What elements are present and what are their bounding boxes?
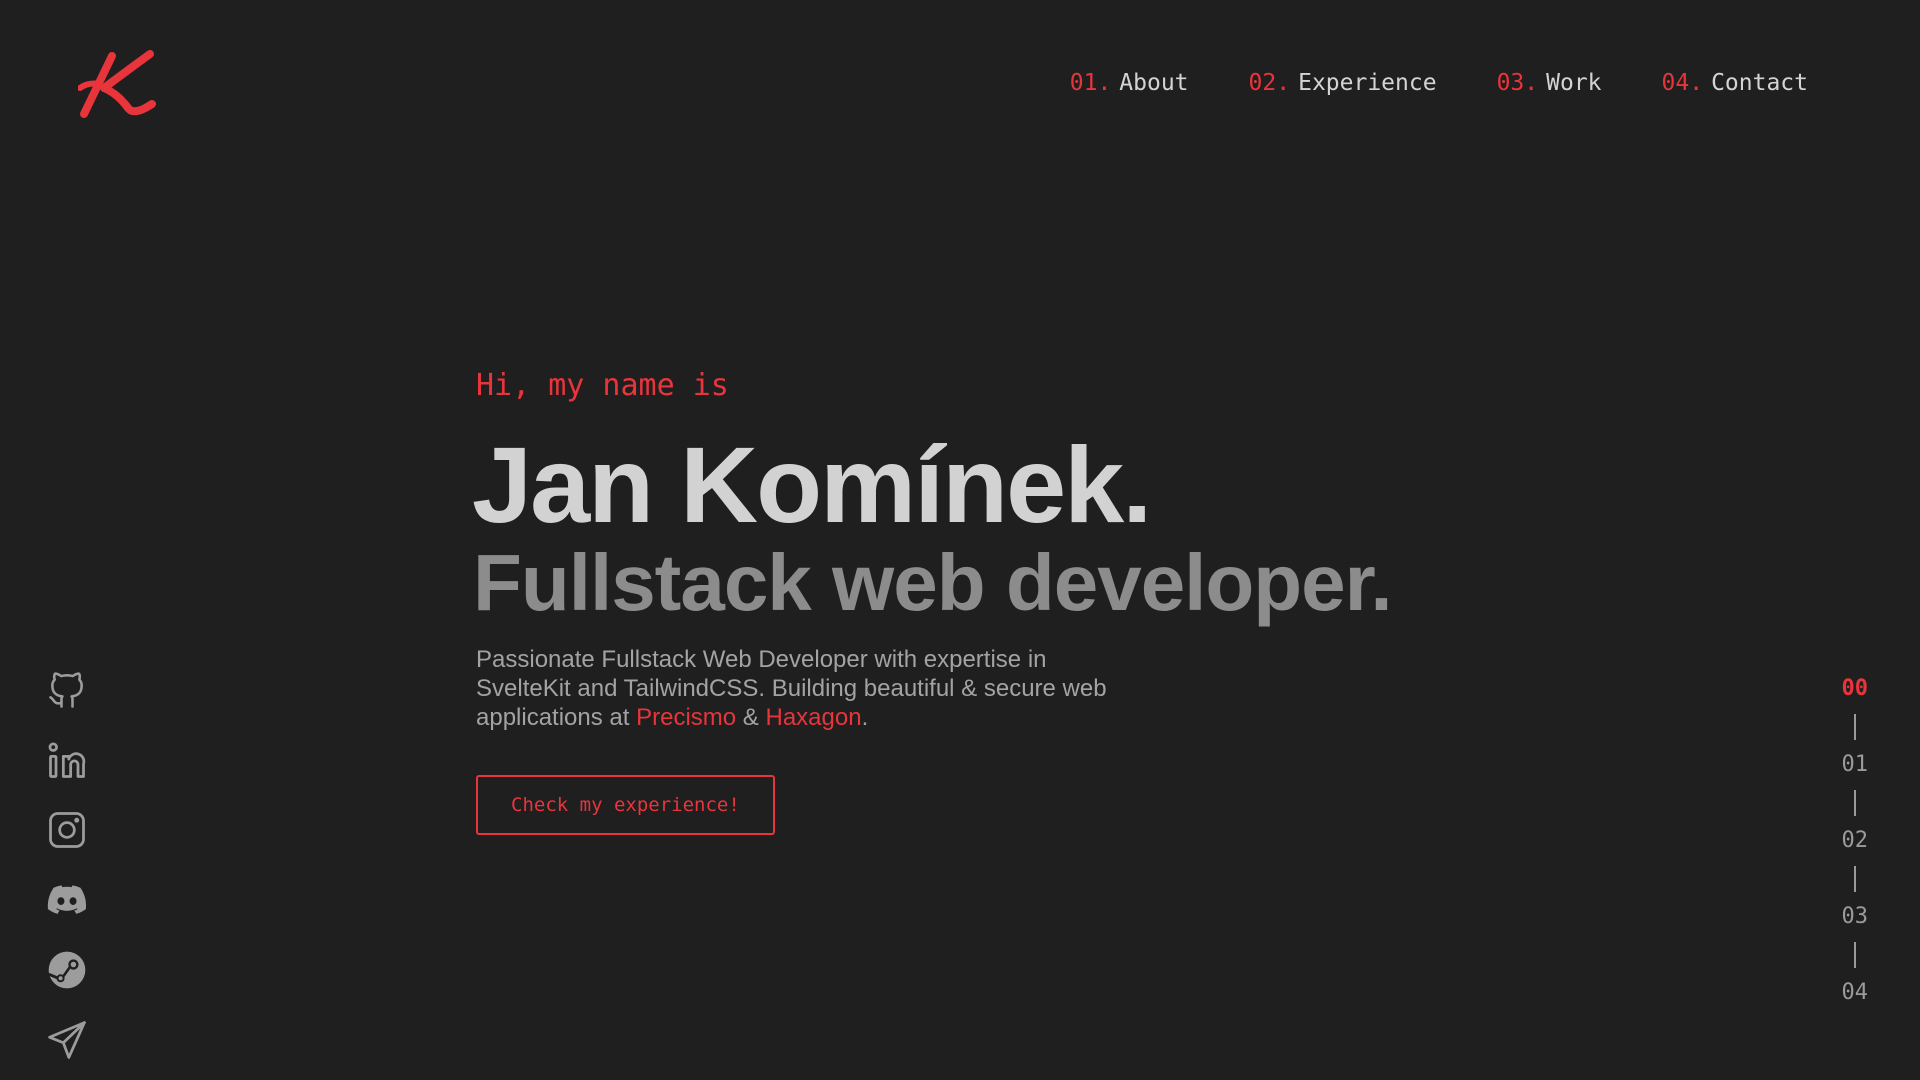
hero-description: Passionate Fullstack Web Developer with … — [476, 645, 1116, 732]
nav-item-experience[interactable]: 02. Experience — [1249, 70, 1437, 96]
linkedin-icon[interactable] — [44, 738, 90, 782]
instagram-icon[interactable] — [44, 808, 90, 852]
steam-icon[interactable] — [44, 948, 90, 992]
nav-number: 02. — [1248, 70, 1291, 96]
nav-item-about[interactable]: 01. About — [1070, 70, 1189, 96]
hero-greeting: Hi, my name is — [476, 368, 729, 403]
section-indicator: 00 01 02 03 04 — [1842, 674, 1869, 1008]
nav-item-contact[interactable]: 04. Contact — [1662, 70, 1808, 96]
section-divider — [1853, 866, 1856, 892]
nav-number: 04. — [1661, 70, 1704, 96]
section-indicator-00[interactable]: 00 — [1842, 674, 1869, 704]
description-end: . — [861, 704, 869, 731]
k-monogram-logo-icon — [77, 50, 156, 118]
company-link-haxagon[interactable]: Haxagon — [765, 704, 861, 731]
hero-section: Hi, my name is Jan Komínek. Fullstack we… — [472, 368, 1576, 835]
company-link-precismo[interactable]: Precismo — [636, 704, 736, 731]
section-divider — [1853, 790, 1856, 816]
nav-item-work[interactable]: 03. Work — [1497, 70, 1602, 96]
discord-icon[interactable] — [44, 878, 90, 922]
nav-label: Experience — [1298, 70, 1437, 96]
check-experience-button[interactable]: Check my experience! — [476, 775, 775, 835]
social-links — [44, 668, 90, 1062]
hero-name: Jan Komínek. — [472, 424, 1152, 545]
nav-number: 03. — [1496, 70, 1539, 96]
section-indicator-04[interactable]: 04 — [1842, 978, 1869, 1008]
nav-label: Work — [1546, 70, 1602, 96]
nav-label: Contact — [1711, 70, 1808, 96]
section-indicator-02[interactable]: 02 — [1842, 826, 1869, 856]
description-joiner: & — [736, 704, 766, 731]
hero-role: Fullstack web developer. — [473, 538, 1393, 627]
section-divider — [1853, 942, 1856, 968]
main-nav: 01. About 02. Experience 03. Work 04. Contac… — [1070, 70, 1808, 96]
section-divider — [1853, 714, 1856, 740]
telegram-icon[interactable] — [44, 1018, 90, 1062]
site-logo[interactable] — [77, 48, 160, 120]
github-icon[interactable] — [44, 668, 90, 712]
section-indicator-01[interactable]: 01 — [1842, 750, 1869, 780]
nav-number: 01. — [1069, 70, 1112, 96]
section-indicator-03[interactable]: 03 — [1842, 902, 1869, 932]
nav-label: About — [1119, 70, 1189, 96]
